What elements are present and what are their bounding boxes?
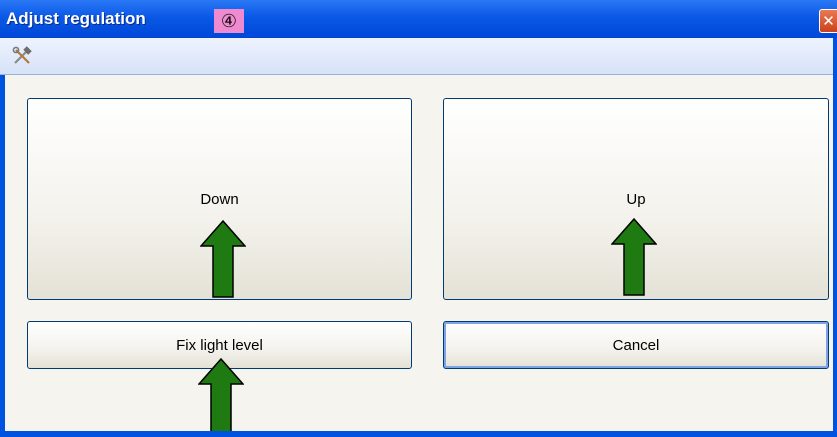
window-frame-left — [0, 75, 5, 437]
step-badge: ④ — [214, 9, 244, 33]
window-frame-bottom — [0, 431, 837, 437]
cancel-button-label: Cancel — [612, 336, 660, 354]
arrow-up-icon — [198, 358, 244, 437]
window-frame-right — [833, 38, 837, 437]
title-bar: Adjust regulation ④ ✕ — [0, 0, 837, 38]
down-button-label: Down — [200, 190, 239, 208]
fix-light-level-label: Fix light level — [176, 336, 263, 354]
window-title: Adjust regulation — [6, 9, 146, 28]
close-button[interactable]: ✕ — [819, 9, 837, 33]
tools-icon[interactable] — [12, 46, 34, 66]
arrow-up-icon — [200, 220, 246, 298]
adjust-regulation-dialog: Adjust regulation ④ ✕ Down Up Fix light … — [0, 0, 837, 437]
toolbar — [0, 38, 837, 75]
close-icon: ✕ — [822, 13, 835, 30]
cancel-button[interactable]: Cancel — [443, 321, 829, 369]
arrow-up-icon — [611, 218, 657, 296]
up-button-label: Up — [626, 190, 646, 208]
